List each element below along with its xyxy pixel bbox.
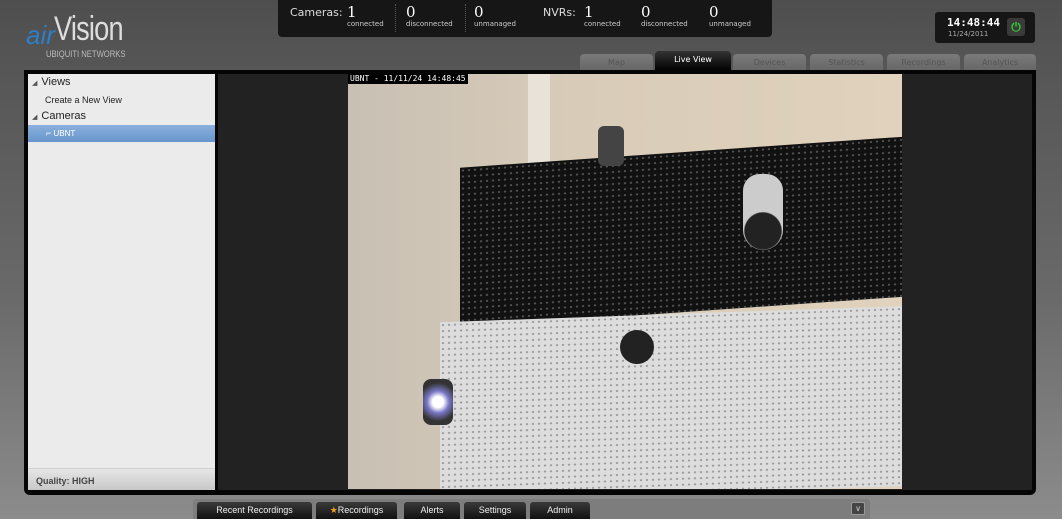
camera-item-ubnt[interactable]: ⌐ UBNT bbox=[28, 125, 215, 142]
cameras-node[interactable]: ◢ Cameras bbox=[28, 110, 215, 122]
tab-analytics[interactable]: Analytics bbox=[964, 54, 1036, 71]
clock-date: 11/24/2011 bbox=[948, 30, 989, 38]
video-timestamp-overlay: UBNT - 11/11/24 14:48:45 bbox=[348, 74, 468, 84]
tab-live-view[interactable]: Live View bbox=[655, 51, 731, 71]
alerts-tab[interactable]: Alerts bbox=[404, 502, 460, 519]
cameras-unmanaged: 0 unmanaged bbox=[474, 3, 516, 28]
quality-label: Quality: HIGH bbox=[28, 468, 215, 490]
views-node[interactable]: ◢ Views bbox=[28, 76, 215, 88]
recent-recordings-tab[interactable]: Recent Recordings bbox=[197, 502, 312, 519]
tab-statistics[interactable]: Statistics bbox=[810, 54, 883, 71]
clock: 14:48:44 11/24/2011 ⏻ bbox=[935, 12, 1035, 43]
logo-sub: UBIQUITI NETWORKS bbox=[46, 49, 126, 59]
nvrs-label: NVRs: bbox=[543, 6, 576, 19]
status-panel: Cameras: 1 connected 0 disconnected 0 unman… bbox=[278, 0, 772, 37]
airvision-logo: air Vision UBIQUITI NETWORKS bbox=[26, 8, 146, 60]
settings-tab[interactable]: Settings bbox=[464, 502, 526, 519]
black-pegboard bbox=[460, 136, 902, 328]
star-icon: ★ bbox=[329, 505, 338, 515]
power-icon[interactable]: ⏻ bbox=[1007, 18, 1025, 36]
cameras-connected: 1 connected bbox=[347, 3, 384, 28]
cameras-label: Cameras: bbox=[290, 6, 343, 19]
camera-icon: ⌐ bbox=[46, 128, 52, 138]
cameras-disconnected: 0 disconnected bbox=[406, 3, 453, 28]
expand-triangle-icon: ◢ bbox=[32, 80, 38, 87]
dome-camera bbox=[743, 174, 783, 250]
nvrs-unmanaged: 0 unmanaged bbox=[709, 3, 751, 28]
camera-video-feed[interactable]: UBNT - 11/11/24 14:48:45 bbox=[348, 74, 902, 489]
tab-recordings[interactable]: Recordings bbox=[887, 54, 960, 71]
tab-map[interactable]: Map bbox=[580, 54, 653, 71]
chevron-down-icon[interactable]: ∨ bbox=[851, 502, 865, 515]
tab-devices[interactable]: Devices bbox=[733, 54, 806, 71]
bullet-camera bbox=[598, 126, 624, 166]
sidebar: ◢ Views Create a New View ◢ Cameras ⌐ UBNT… bbox=[28, 74, 215, 490]
admin-tab[interactable]: Admin bbox=[530, 502, 590, 519]
logo-vision: Vision bbox=[54, 10, 124, 48]
starred-recordings-tab[interactable]: ★Recordings bbox=[316, 502, 397, 519]
small-camera bbox=[620, 330, 654, 364]
ir-camera bbox=[423, 379, 453, 425]
white-pegboard bbox=[440, 305, 902, 489]
nvrs-connected: 1 connected bbox=[584, 3, 621, 28]
logo-air: air bbox=[26, 20, 55, 50]
bottom-panel: Recent Recordings ★Recordings Alerts Set… bbox=[193, 499, 870, 519]
clock-time: 14:48:44 bbox=[947, 16, 1000, 29]
nvrs-disconnected: 0 disconnected bbox=[641, 3, 688, 28]
create-new-view-link[interactable]: Create a New View bbox=[28, 95, 215, 105]
expand-triangle-icon: ◢ bbox=[32, 114, 38, 121]
